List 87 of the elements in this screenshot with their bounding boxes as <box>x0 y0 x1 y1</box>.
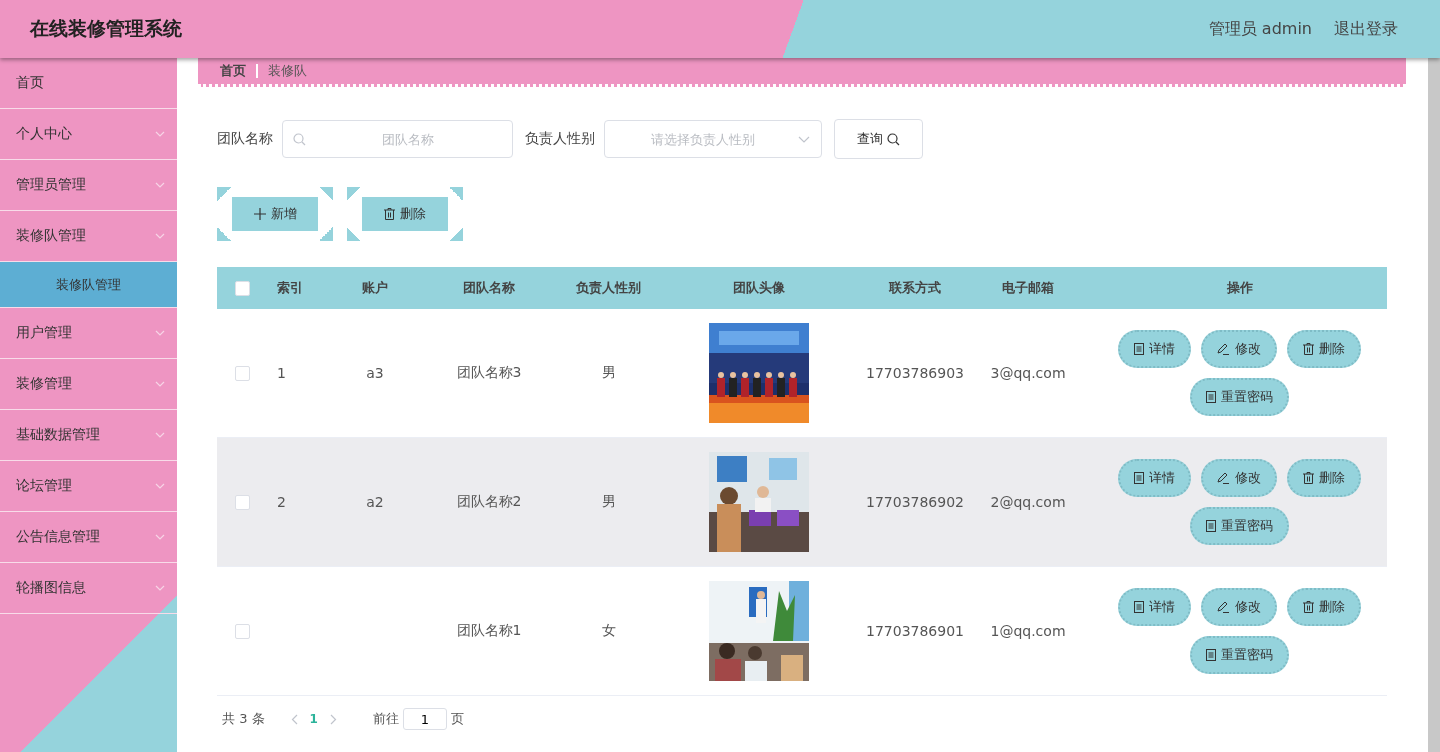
document-icon <box>1134 601 1144 613</box>
document-icon <box>1206 649 1216 661</box>
column-header: 联系方式 <box>888 279 942 297</box>
trash-icon <box>1303 601 1314 613</box>
table-cell: 3@qq.com <box>990 365 1066 381</box>
column-header: 电子邮箱 <box>1001 279 1055 297</box>
table-cell: 2@qq.com <box>990 494 1066 510</box>
table-cell: 17703786901 <box>866 623 964 639</box>
app-title: 在线装修管理系统 <box>30 16 182 41</box>
column-header: 团队名称 <box>462 279 516 297</box>
checkbox[interactable] <box>234 280 250 296</box>
sidebar-subitem[interactable]: 装修队管理 <box>0 262 177 308</box>
trash-icon <box>1303 343 1314 355</box>
table-cell: 女 <box>601 622 616 640</box>
detail-button[interactable]: 详情 <box>1118 330 1191 368</box>
add-button[interactable]: 新增 <box>217 187 333 241</box>
column-header: 索引 <box>276 279 304 297</box>
field-label: 团队名称 <box>217 130 273 148</box>
total-count: 共 3 条 <box>222 710 265 728</box>
breadcrumb-item: 装修队 <box>268 62 307 80</box>
edit-button[interactable]: 修改 <box>1201 330 1277 368</box>
document-icon <box>1206 391 1216 403</box>
detail-button[interactable]: 重置密码 <box>1190 507 1289 545</box>
table-cell: 17703786903 <box>866 365 964 381</box>
breadcrumb-item[interactable]: 首页 <box>220 62 246 80</box>
table-cell: a3 <box>366 365 384 381</box>
previous-icon <box>290 713 298 725</box>
detail-button[interactable]: 重置密码 <box>1190 636 1289 674</box>
chevron-icon <box>155 381 165 387</box>
pencil-icon <box>1217 601 1230 613</box>
document-icon <box>1206 520 1216 532</box>
column-header: 账户 <box>361 279 389 297</box>
table-cell: 1@qq.com <box>990 623 1066 639</box>
search-button[interactable]: 查询 <box>834 119 923 159</box>
chevron-icon <box>155 534 165 540</box>
detail-button[interactable]: 详情 <box>1118 588 1191 626</box>
search-icon <box>293 133 306 146</box>
next-icon <box>329 713 337 725</box>
table-cell: 17703786902 <box>866 494 964 510</box>
chevron-icon <box>155 182 165 188</box>
document-icon <box>1134 472 1144 484</box>
detail-button[interactable]: 详情 <box>1118 459 1191 497</box>
delete-button[interactable]: 删除 <box>1287 459 1361 497</box>
column-header: 团队头像 <box>732 279 786 297</box>
checkbox[interactable] <box>234 494 250 510</box>
chevron-icon <box>155 432 165 438</box>
page-label: 页 <box>450 710 464 728</box>
edit-button[interactable]: 修改 <box>1201 588 1277 626</box>
table-cell: 团队名称1 <box>456 622 522 640</box>
delete-button[interactable]: 删除 <box>1287 330 1361 368</box>
table-cell: 2 <box>277 494 286 510</box>
trash-icon <box>1303 472 1314 484</box>
pencil-icon <box>1217 343 1230 355</box>
edit-button[interactable]: 修改 <box>1201 459 1277 497</box>
table-cell: 1 <box>277 365 286 381</box>
column-header: 操作 <box>1225 279 1254 297</box>
goto-label: 前往 <box>372 710 399 728</box>
search-icon <box>887 132 900 146</box>
user-label: 管理员 admin <box>1208 18 1312 40</box>
table-cell: 团队名称3 <box>456 364 522 382</box>
table-cell: a2 <box>366 494 384 510</box>
trash-icon <box>384 208 395 220</box>
plus-icon <box>253 208 266 220</box>
logout-link[interactable]: 退出登录 <box>1334 18 1398 40</box>
column-header: 负责人性别 <box>575 279 642 297</box>
table-cell: 男 <box>601 493 616 511</box>
scrollbar[interactable] <box>1428 58 1440 752</box>
chevron-icon <box>155 131 165 137</box>
sidebar-item[interactable]: 轮播图信息 <box>0 563 177 614</box>
select-field[interactable]: 请选择负责人性别 <box>604 120 822 158</box>
document-icon <box>1134 343 1144 355</box>
detail-button[interactable]: 重置密码 <box>1190 378 1289 416</box>
chevron-icon <box>155 585 165 591</box>
table-cell: 团队名称2 <box>456 493 522 511</box>
delete-button[interactable]: 删除 <box>347 187 463 241</box>
checkbox[interactable] <box>234 623 250 639</box>
delete-button[interactable]: 删除 <box>1287 588 1361 626</box>
table-cell: 男 <box>601 364 616 382</box>
chevron-icon <box>798 136 810 143</box>
pencil-icon <box>1217 472 1230 484</box>
chevron-icon <box>155 330 165 336</box>
field-label: 负责人性别 <box>525 130 595 148</box>
chevron-icon <box>155 233 165 239</box>
checkbox[interactable] <box>234 365 250 381</box>
search-field[interactable]: 团队名称 <box>282 120 513 158</box>
page-input[interactable]: 1 <box>402 708 447 730</box>
chevron-icon <box>155 483 165 489</box>
